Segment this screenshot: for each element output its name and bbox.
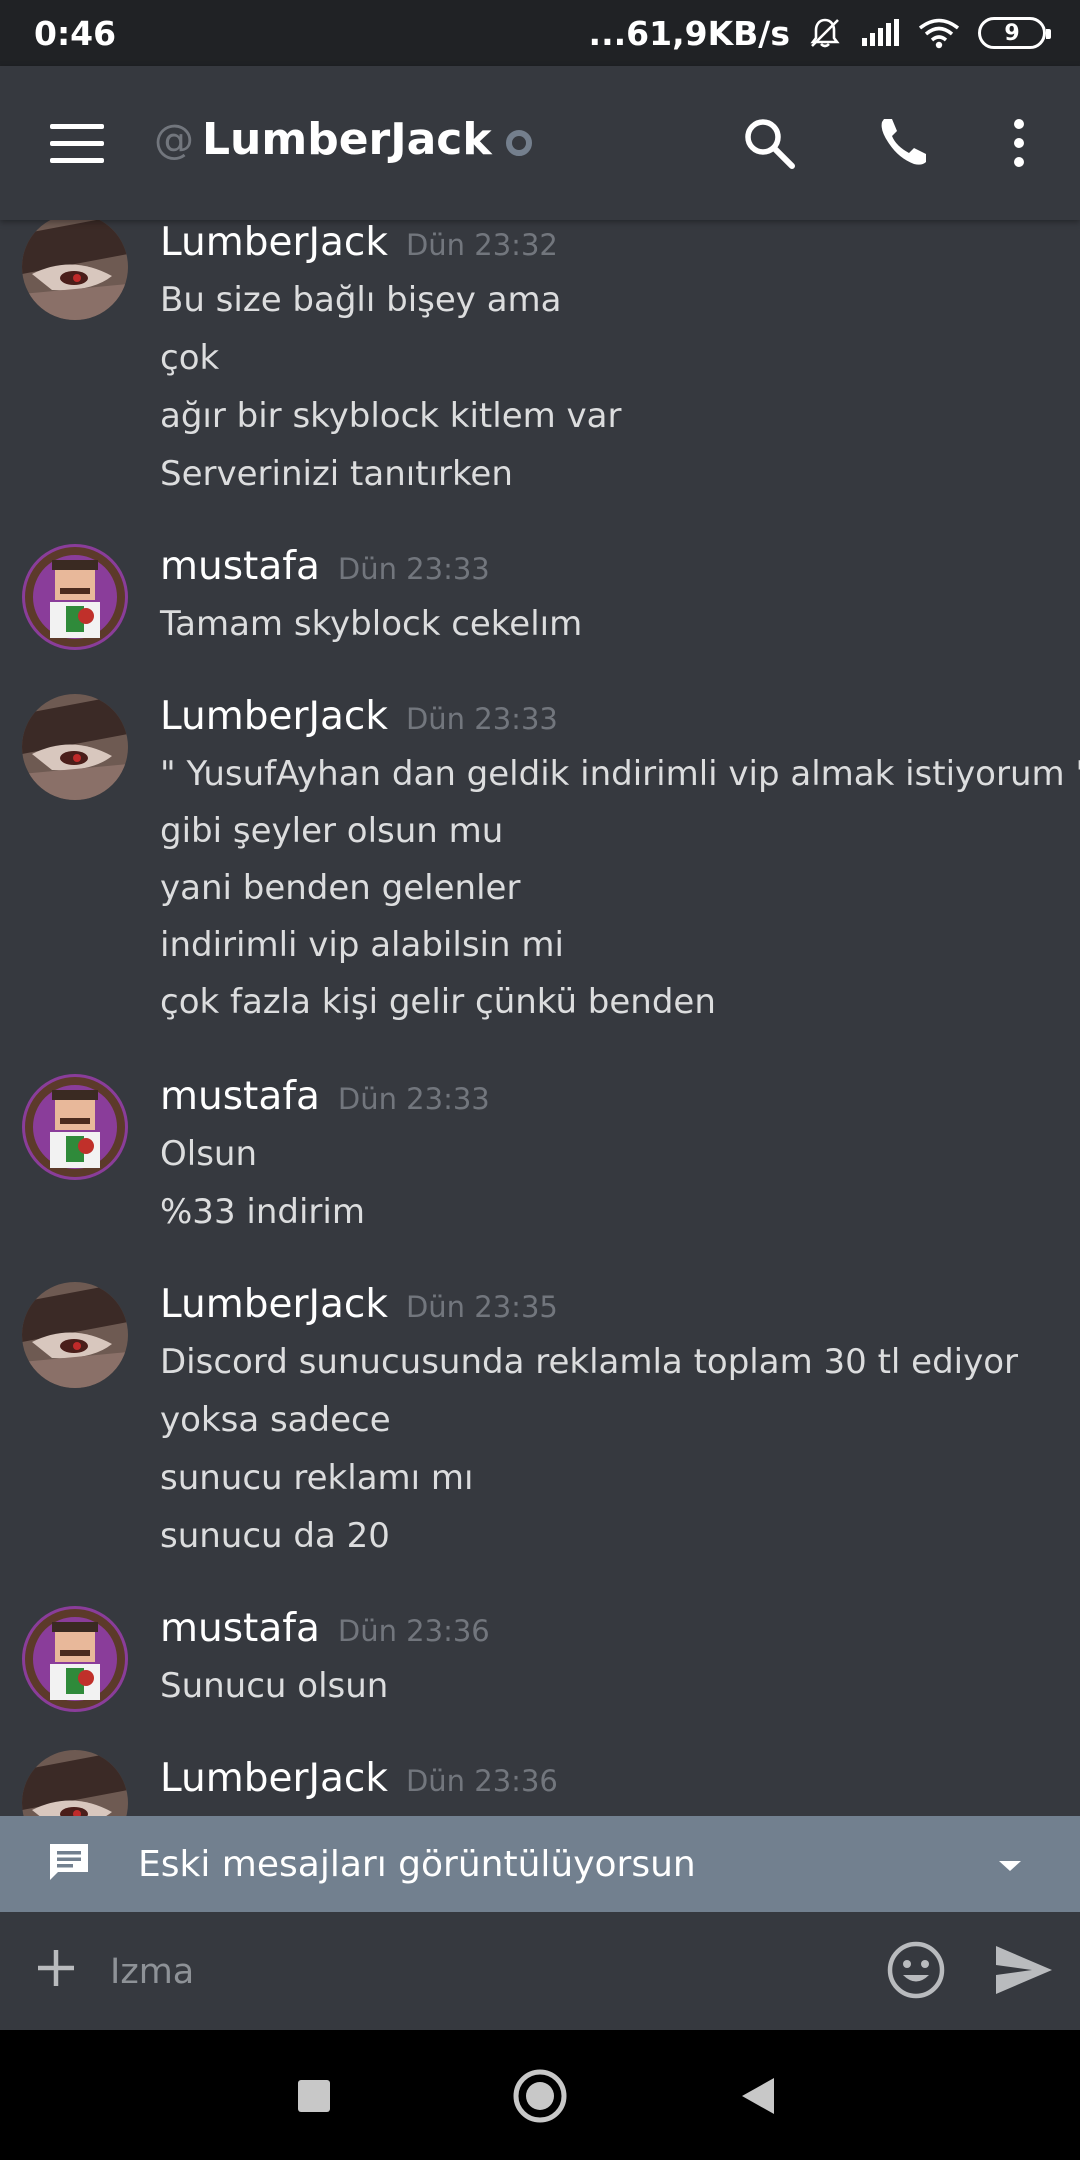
chat-bubble-icon [46,1840,92,1890]
system-nav-bar [0,2030,1080,2160]
add-attachment-icon[interactable] [34,1946,78,1994]
message-header: LumberJack Dün 23:33 [160,694,558,739]
lumberjack-avatar[interactable] [22,1750,128,1816]
message-input[interactable] [110,1944,850,2000]
author-name[interactable]: mustafa [160,1606,320,1651]
message-text: yoksa sadece [160,1400,391,1440]
message-text: Discord sunucusunda reklamla toplam 30 t… [160,1342,1019,1382]
message-text: indirimli vip alabilsin mi [160,925,564,965]
chevron-down-icon[interactable] [997,1858,1023,1877]
timestamp: Dün 23:33 [337,1082,490,1116]
message-text: çok [160,338,220,378]
message-header: LumberJack Dün 23:32 [160,220,558,265]
author-name[interactable]: mustafa [160,1074,320,1119]
lumberjack-avatar[interactable] [22,1282,128,1388]
search-icon[interactable] [742,116,796,174]
lumberjack-avatar[interactable] [22,694,128,800]
timestamp: Dün 23:32 [405,228,558,262]
author-name[interactable]: LumberJack [160,220,388,265]
send-icon[interactable] [994,1944,1054,2000]
channel-header: @ LumberJack [0,66,1080,220]
message-text: Sunucu olsun [160,1666,389,1706]
message-composer [0,1912,1080,2030]
mustafa-avatar[interactable] [22,1606,128,1712]
timestamp: Dün 23:35 [405,1290,558,1324]
offline-status-icon [505,129,532,156]
message-header: LumberJack Dün 23:36 [160,1756,558,1801]
lumberjack-avatar[interactable] [22,220,128,320]
recents-square-icon[interactable] [296,2078,332,2118]
message-text: " YusufAyhan dan geldik indirimli vip al… [160,754,1080,794]
discord-dm-screen: 0:46 ...61,9KB/s 9 @ LumberJack LumberJa… [0,0,1080,2160]
author-name[interactable]: mustafa [160,544,320,589]
mustafa-avatar[interactable] [22,544,128,650]
back-triangle-icon[interactable] [740,2076,776,2120]
message-text: Bu size bağlı bişey ama [160,280,562,320]
more-options-icon[interactable] [1004,118,1034,172]
message-text: ağır bir skyblock kitlem var [160,396,622,436]
status-time: 0:46 [34,13,117,53]
timestamp: Dün 23:36 [405,1764,558,1798]
timestamp: Dün 23:33 [337,552,490,586]
message-list[interactable]: LumberJack Dün 23:32 Bu size bağlı bişey… [0,220,1080,1816]
mute-bell-icon [808,16,842,50]
old-messages-text: Eski mesajları görüntülüyorsun [138,1844,696,1885]
timestamp: Dün 23:36 [337,1614,490,1648]
wifi-icon [918,17,960,49]
author-name[interactable]: LumberJack [160,694,388,739]
emoji-icon[interactable] [886,1940,946,2004]
menu-icon[interactable] [50,124,104,164]
channel-name: LumberJack [202,114,492,165]
message-text: Serverinizi tanıtırken [160,454,513,494]
home-circle-icon[interactable] [512,2068,568,2128]
status-icons: ...61,9KB/s 9 [588,13,1051,53]
author-name[interactable]: LumberJack [160,1756,388,1801]
message-text: Tamam skyblock cekelım [160,604,583,644]
message-text: yani benden gelenler [160,868,521,908]
message-text: Olsun [160,1134,258,1174]
status-bar: 0:46 ...61,9KB/s 9 [0,0,1080,66]
message-text: gibi şeyler olsun mu [160,811,504,851]
at-sign-icon: @ [154,116,194,163]
battery-icon: 9 [978,17,1051,49]
message-text: sunucu reklamı mı [160,1458,474,1498]
timestamp: Dün 23:33 [405,702,558,736]
message-text: %33 indirim [160,1192,365,1232]
signal-icon [860,18,900,48]
mustafa-avatar[interactable] [22,1074,128,1180]
message-header: mustafa Dün 23:33 [160,1074,490,1119]
message-text: sunucu da 20 [160,1516,390,1556]
battery-level: 9 [1004,20,1020,46]
message-text: çok fazla kişi gelir çünkü benden [160,982,716,1022]
channel-title[interactable]: @ LumberJack [154,114,532,165]
author-name[interactable]: LumberJack [160,1282,388,1327]
message-header: mustafa Dün 23:33 [160,544,490,589]
old-messages-bar[interactable]: Eski mesajları görüntülüyorsun [0,1816,1080,1912]
message-header: mustafa Dün 23:36 [160,1606,490,1651]
message-header: LumberJack Dün 23:35 [160,1282,558,1327]
phone-icon[interactable] [876,116,930,174]
network-speed: ...61,9KB/s [588,13,790,53]
